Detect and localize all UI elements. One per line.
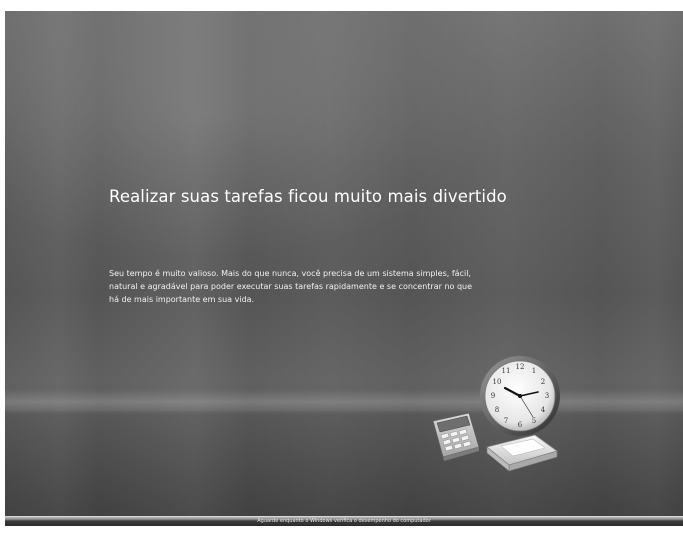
slide-body-text: Seu tempo é muito valioso. Mais do que n… (109, 269, 473, 304)
clock-numeral: 10 (493, 378, 502, 386)
floor-shading (5, 411, 683, 526)
clock-numeral: 12 (516, 363, 525, 371)
calculator-icon (432, 412, 480, 461)
productivity-illustration: 12 1 2 3 4 5 6 7 8 9 10 11 (432, 356, 560, 472)
status-text: Aguarde enquanto o Windows verifica o de… (257, 518, 431, 524)
clock-numeral: 9 (491, 392, 495, 400)
clock-icon: 12 1 2 3 4 5 6 7 8 9 10 11 (480, 356, 560, 436)
clock-numeral: 2 (541, 378, 545, 386)
slide-headline: Realizar suas tarefas ficou muito mais d… (109, 187, 507, 206)
clock-numeral: 6 (518, 421, 523, 429)
clock-numeral: 3 (545, 392, 549, 400)
clock-numeral: 1 (532, 367, 536, 375)
status-bar: Aguarde enquanto o Windows verifica o de… (5, 516, 683, 526)
clock-numeral: 4 (541, 406, 546, 414)
setup-screen: Realizar suas tarefas ficou muito mais d… (5, 11, 683, 526)
inbox-tray-icon (486, 434, 558, 472)
clock-numeral: 11 (502, 367, 511, 375)
clock-numeral: 8 (495, 406, 499, 414)
clock-numeral: 7 (504, 417, 508, 425)
clock-numeral: 5 (532, 417, 536, 425)
